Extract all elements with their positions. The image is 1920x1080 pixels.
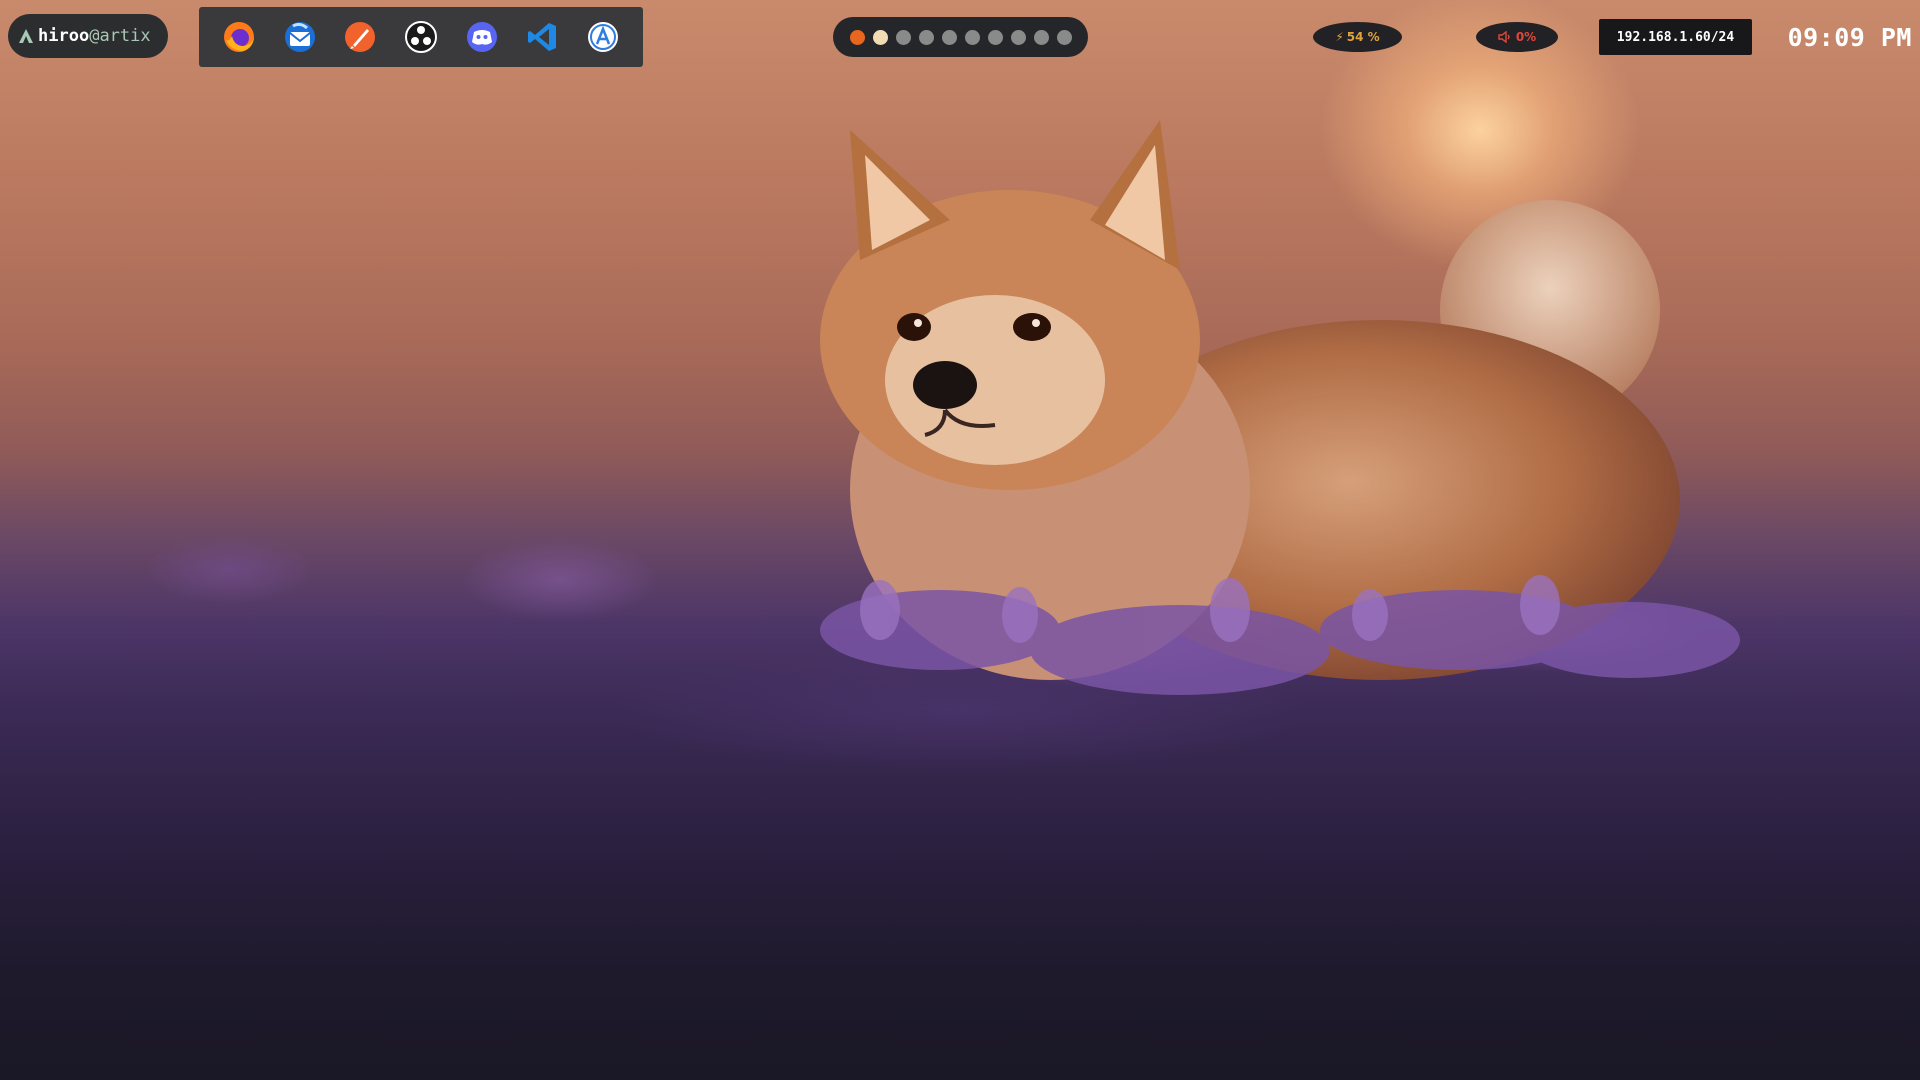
user-separator: @ <box>89 26 100 46</box>
username: hiroo <box>38 26 90 46</box>
workspace-switcher <box>833 17 1088 57</box>
workspace-dot-8[interactable] <box>1011 29 1026 45</box>
artix-logo-icon <box>19 29 33 43</box>
obs-launcher[interactable] <box>403 19 439 55</box>
battery-value: 54 % <box>1346 30 1380 44</box>
app-dock <box>199 7 643 67</box>
appstore-launcher[interactable] <box>585 19 621 55</box>
vscode-launcher[interactable] <box>524 19 560 55</box>
workspace-dot-9[interactable] <box>1034 29 1049 45</box>
network-address[interactable]: 192.168.1.60/24 <box>1599 19 1752 55</box>
workspace-dot-5[interactable] <box>942 29 957 45</box>
workspace-dot-7[interactable] <box>988 29 1003 45</box>
wallpaper-dog <box>820 120 1740 695</box>
obs-icon <box>404 21 437 53</box>
appstore-icon <box>587 22 618 52</box>
clock[interactable]: 09:09 PM <box>1772 19 1912 55</box>
volume-value: 0% <box>1515 30 1537 44</box>
bolt-icon: ⚡ <box>1335 30 1344 44</box>
workspace-dot-6[interactable] <box>965 29 980 45</box>
thunderbird-launcher[interactable] <box>282 19 318 55</box>
inkscape-launcher[interactable] <box>342 19 378 55</box>
workspace-dot-3[interactable] <box>896 29 911 45</box>
discord-icon <box>466 22 497 52</box>
workspace-dot-4[interactable] <box>919 29 934 45</box>
discord-launcher[interactable] <box>464 19 500 55</box>
firefox-launcher[interactable] <box>221 19 257 55</box>
network-value: 192.168.1.60/24 <box>1616 29 1735 45</box>
volume-indicator[interactable]: 0% <box>1476 22 1558 52</box>
workspace-dot-2[interactable] <box>873 29 888 45</box>
workspace-dot-10[interactable] <box>1057 29 1072 45</box>
speaker-icon <box>1498 31 1510 43</box>
hostname: artix <box>99 26 151 46</box>
firefox-icon <box>224 22 255 52</box>
battery-indicator[interactable]: ⚡ 54 % <box>1313 22 1402 52</box>
inkscape-icon <box>345 22 376 52</box>
workspace-dot-1[interactable] <box>850 29 865 45</box>
clock-value: 09:09 PM <box>1787 22 1912 52</box>
user-host-label[interactable]: hiroo @ artix <box>8 14 168 58</box>
vscode-icon <box>528 23 557 51</box>
thunderbird-icon <box>284 22 315 52</box>
